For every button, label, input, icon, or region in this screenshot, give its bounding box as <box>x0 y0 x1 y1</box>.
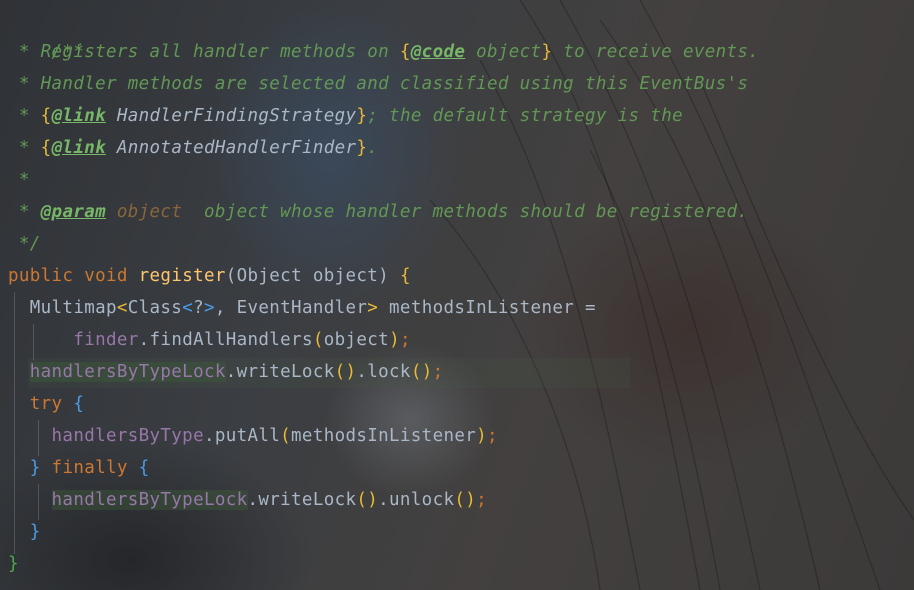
doc-comment: to receive events. <box>552 42 760 62</box>
doc-comment: * <box>8 202 41 222</box>
code-line-16[interactable]: handlersByTypeLock.writeLock().unlock(); <box>8 484 487 516</box>
doc-comment: object whose handler methods should be r… <box>182 202 749 222</box>
argument: methodsInListener <box>291 426 477 446</box>
doc-tag-arg: object <box>465 42 542 62</box>
brace: } <box>29 522 41 542</box>
code-line-6[interactable]: * <box>8 164 30 196</box>
paren: () <box>356 490 379 510</box>
semicolon: ; <box>476 490 488 510</box>
paren: () <box>454 490 477 510</box>
brace: { <box>399 266 411 286</box>
brace: { <box>138 458 150 478</box>
doc-comment: * Registers all handler methods on <box>8 42 400 62</box>
code-line-11[interactable]: finder.findAllHandlers(object); <box>8 324 411 356</box>
type-name: , EventHandler <box>214 298 368 318</box>
doc-param-tag: @param <box>40 202 106 222</box>
code-line-8[interactable]: */ <box>8 228 41 260</box>
code-line-14[interactable]: handlersByType.putAll(methodsInListener)… <box>8 420 498 452</box>
generic-bracket: < <box>182 298 194 318</box>
method-params: (Object object) <box>225 266 400 286</box>
paren: ) <box>389 330 400 350</box>
code-editor[interactable]: /** * Registers all handler methods on {… <box>0 0 914 590</box>
code-line-18[interactable]: } <box>8 548 19 580</box>
doc-comment: * Handler methods are selected and class… <box>8 74 749 94</box>
doc-brace: { <box>40 138 52 158</box>
doc-tag: @code <box>410 42 466 62</box>
semicolon: ; <box>487 426 498 446</box>
keyword-finally: finally <box>40 458 139 478</box>
code-line-1[interactable]: /** <box>8 4 84 62</box>
doc-brace: } <box>356 106 368 126</box>
wildcard: ? <box>193 298 204 318</box>
keyword-try: try <box>8 394 74 414</box>
keyword-void: void <box>73 266 139 286</box>
doc-brace: } <box>356 138 368 158</box>
code-line-17[interactable]: } <box>8 516 41 548</box>
brace: } <box>29 458 41 478</box>
code-line-12[interactable]: handlersByTypeLock.writeLock().lock(); <box>8 356 443 388</box>
paren: ) <box>476 426 487 446</box>
paren: () <box>410 362 433 382</box>
doc-brace: } <box>541 42 553 62</box>
doc-comment: ; the default strategy is the <box>367 106 683 126</box>
type-name: Class <box>127 298 183 318</box>
code-line-5[interactable]: * {@link AnnotatedHandlerFinder}. <box>8 132 378 164</box>
doc-tag: @link <box>51 106 106 126</box>
doc-brace: { <box>40 106 52 126</box>
generic-bracket: > <box>367 298 379 318</box>
brace: } <box>8 554 19 574</box>
field-ref[interactable]: handlersByType <box>52 426 204 446</box>
method-call: .lock <box>356 362 411 382</box>
method-call: .writeLock <box>225 362 335 382</box>
generic-bracket: > <box>203 298 215 318</box>
doc-comment: * <box>8 170 30 190</box>
code-line-13[interactable]: try { <box>8 388 84 420</box>
paren: () <box>334 362 357 382</box>
doc-comment: * <box>8 106 41 126</box>
code-line-7[interactable]: * @param object object whose handler met… <box>8 196 748 228</box>
doc-comment: */ <box>8 234 41 254</box>
method-name[interactable]: register <box>139 266 226 286</box>
brace: { <box>73 394 85 414</box>
paren: ( <box>312 330 324 350</box>
keyword-public: public <box>8 266 74 286</box>
code-line-15[interactable]: } finally { <box>8 452 150 484</box>
method-call: .writeLock <box>247 490 357 510</box>
doc-brace: { <box>399 42 411 62</box>
field-ref[interactable]: handlersByTypeLock <box>51 490 248 510</box>
method-call: .putAll <box>203 426 281 446</box>
type-name: Multimap <box>8 298 117 318</box>
field-ref[interactable]: finder <box>73 330 138 350</box>
code-line-2[interactable]: * Registers all handler methods on {@cod… <box>8 36 759 68</box>
doc-link-target[interactable]: HandlerFindingStrategy <box>106 106 356 126</box>
code-line-3[interactable]: * Handler methods are selected and class… <box>8 68 748 100</box>
variable-name: methodsInListener = <box>378 298 596 318</box>
doc-comment: . <box>367 138 379 158</box>
doc-comment: * <box>8 138 41 158</box>
method-call: .unlock <box>378 490 455 510</box>
paren: ( <box>280 426 292 446</box>
code-line-4[interactable]: * {@link HandlerFindingStrategy}; the de… <box>8 100 683 132</box>
code-line-9[interactable]: public void register(Object object) { <box>8 260 411 292</box>
doc-tag: @link <box>51 138 106 158</box>
code-line-10[interactable]: Multimap<Class<?>, EventHandler> methods… <box>8 292 596 324</box>
field-ref[interactable]: handlersByTypeLock <box>29 362 226 382</box>
generic-bracket: < <box>116 298 128 318</box>
method-call: .findAllHandlers <box>138 330 313 350</box>
doc-link-target[interactable]: AnnotatedHandlerFinder <box>106 138 356 158</box>
argument: object <box>323 330 390 350</box>
semicolon: ; <box>432 362 444 382</box>
semicolon: ; <box>399 330 411 350</box>
doc-param-name: object <box>106 202 183 222</box>
